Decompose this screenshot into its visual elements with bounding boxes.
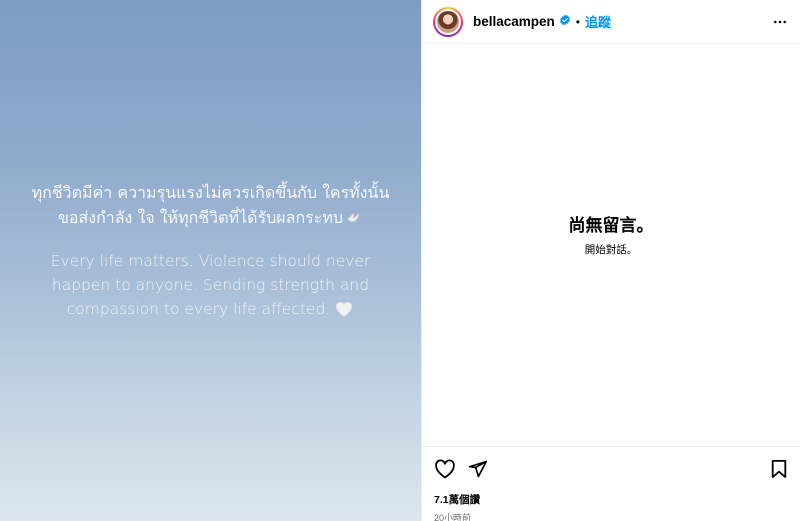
instagram-post-dialog: ทุกชีวิตมีค่า ความรุนแรงไม่ควรเกิดขึ้นกั…: [0, 0, 800, 521]
save-bookmark-icon[interactable]: [770, 459, 788, 479]
white-heart-icon: [334, 300, 354, 325]
english-text: Every life matters. Violence should neve…: [50, 252, 371, 318]
like-heart-icon[interactable]: [434, 459, 456, 479]
post-media[interactable]: ทุกชีวิตมีค่า ความรุนแรงไม่ควรเกิดขึ้นกั…: [0, 0, 421, 521]
thai-line-1: ทุกชีวิตมีค่า ความรุนแรงไม่ควรเกิดขึ้นกั…: [31, 183, 390, 202]
post-header: bellacampen • 追蹤: [422, 0, 800, 44]
comments-section: 尚無留言。 開始對話。: [422, 45, 800, 445]
follow-button[interactable]: 追蹤: [585, 12, 611, 31]
separator-dot: •: [575, 14, 580, 29]
no-comments-title: 尚無留言。: [568, 216, 654, 235]
post-side-panel: bellacampen • 追蹤 尚無留言。 開始對話。 7.1萬個讚 20小時…: [421, 0, 800, 521]
avatar[interactable]: [435, 8, 461, 35]
thai-line-2-text: ขอส่งกำลัง ใจ ให้ทุกชีวิตที่ได้รับผลกระท…: [57, 208, 344, 227]
share-paper-plane-icon[interactable]: [468, 459, 488, 479]
story-english-text: Every life matters. Violence should neve…: [22, 249, 399, 325]
story-thai-text: ทุกชีวิตมีค่า ความรุนแรงไม่ควรเกิดขึ้นกั…: [32, 180, 390, 233]
username-link[interactable]: bellacampen: [473, 14, 555, 29]
verified-badge-icon: [559, 13, 571, 31]
more-options-icon[interactable]: [772, 14, 788, 30]
post-actions-area: 7.1萬個讚 20小時前: [422, 446, 800, 521]
avatar-story-ring[interactable]: [433, 6, 463, 37]
likes-count[interactable]: 7.1萬個讚: [434, 492, 788, 507]
start-conversation-text: 開始對話。: [584, 244, 638, 256]
action-bar: [434, 457, 788, 481]
dove-icon: [345, 208, 363, 233]
thai-line-2: ขอส่งกำลัง ใจ ให้ทุกชีวิตที่ได้รับผลกระท…: [32, 205, 390, 233]
post-timestamp[interactable]: 20小時前: [434, 511, 788, 521]
